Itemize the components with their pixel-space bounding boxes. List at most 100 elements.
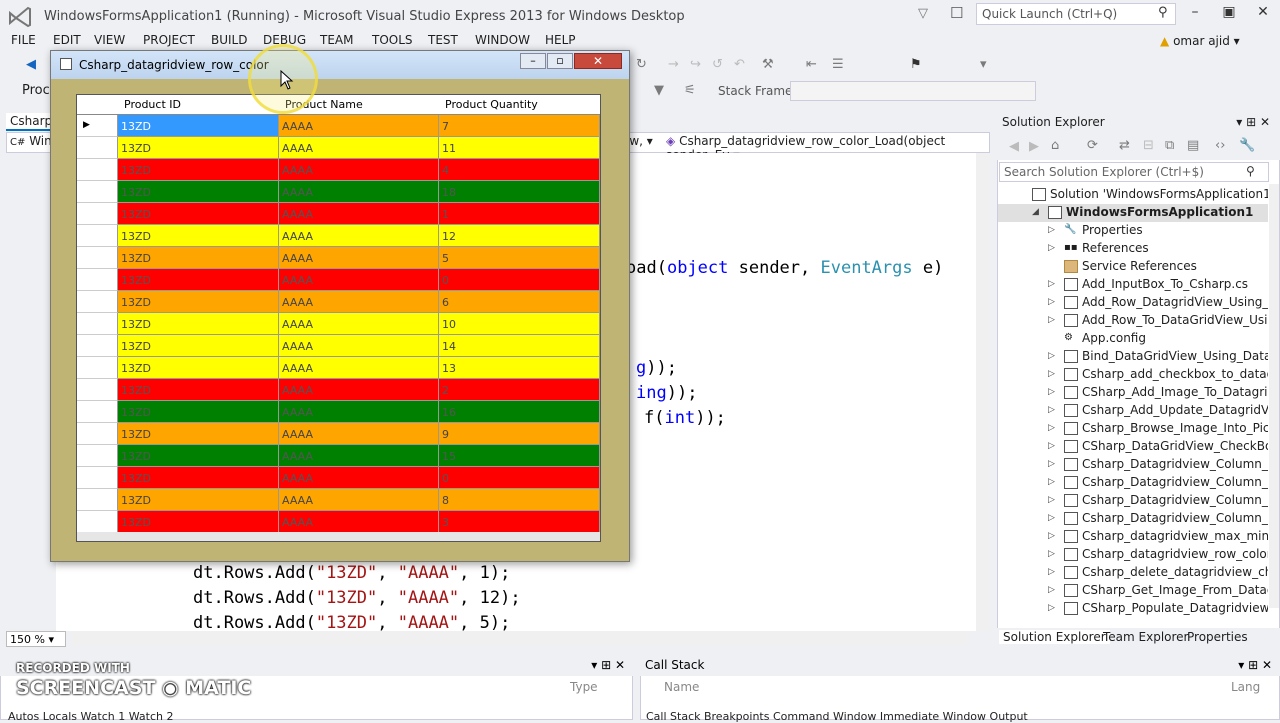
refresh-icon[interactable]: ⇄	[1119, 138, 1130, 153]
row-header[interactable]	[77, 313, 118, 335]
grid-cell-qty[interactable]: 9	[439, 423, 600, 445]
grid-cell-qty[interactable]: 6	[439, 291, 600, 313]
solution-tree-item[interactable]: ▷ Csharp_Add_Update_DatagridView_I	[998, 402, 1268, 420]
grid-row[interactable]: 13ZD AAAA 8	[77, 489, 600, 511]
grid-row[interactable]: 13ZD AAAA 10	[77, 313, 600, 335]
grid-cell-id[interactable]: 13ZD	[118, 115, 279, 137]
solution-explorer-search-input[interactable]: Search Solution Explorer (Ctrl+$)	[999, 162, 1269, 182]
member-dropdown[interactable]: ◈ Csharp_datagridview_row_color_Load(obj…	[666, 134, 988, 162]
solution-tree-item[interactable]: ▷ CSharp_DataGridView_CheckBoxCell	[998, 438, 1268, 456]
grid-cell-id[interactable]: 13ZD	[118, 467, 279, 489]
grid-row[interactable]: 13ZD AAAA 0	[77, 467, 600, 489]
expand-icon[interactable]: ▷	[1048, 477, 1055, 487]
expand-icon[interactable]: ▷	[1048, 495, 1055, 505]
row-header[interactable]	[77, 357, 118, 379]
grid-cell-id[interactable]: 13ZD	[118, 489, 279, 511]
solution-tree-item[interactable]: ▷ Csharp_add_checkbox_to_datagridv	[998, 366, 1268, 384]
grid-cell-qty[interactable]: 0	[439, 467, 600, 489]
show-all-files-icon[interactable]: ⧉	[1165, 138, 1174, 153]
grid-cell-name[interactable]: AAAA	[279, 401, 439, 423]
close-button[interactable]: ✕	[1248, 4, 1278, 20]
notification-filter-icon[interactable]: ▽	[918, 6, 928, 21]
sync-icon[interactable]: ⟳	[1087, 138, 1098, 153]
solution-tree-item[interactable]: ▷ Csharp_Datagridview_Column_Cells	[998, 474, 1268, 492]
menu-view[interactable]: VIEW	[94, 33, 125, 47]
form-maximize-button[interactable]: ▫	[547, 53, 573, 69]
step-over-icon[interactable]: →	[668, 57, 679, 72]
grid-cell-name[interactable]: AAAA	[279, 291, 439, 313]
grid-cell-id[interactable]: 13ZD	[118, 357, 279, 379]
row-header[interactable]	[77, 291, 118, 313]
grid-cell-qty[interactable]: 10	[439, 313, 600, 335]
format-icon[interactable]: ☰	[832, 57, 844, 72]
expand-icon[interactable]: ▷	[1048, 351, 1055, 361]
grid-row[interactable]: 13ZD AAAA 6	[77, 291, 600, 313]
expand-icon[interactable]: ▷	[1048, 513, 1055, 523]
row-header[interactable]	[77, 511, 118, 533]
grid-cell-id[interactable]: 13ZD	[118, 313, 279, 335]
editor-horizontal-scrollbar[interactable]	[72, 631, 968, 645]
row-header[interactable]	[77, 137, 118, 159]
user-account[interactable]: ▲ omar ajid ▾	[1160, 34, 1240, 48]
filter-icon[interactable]: ▼	[654, 83, 664, 98]
collapse-all-icon[interactable]: ⊟	[1143, 138, 1154, 153]
zoom-level-dropdown[interactable]: 150 % ▾	[6, 631, 66, 647]
expand-icon[interactable]: ▷	[1048, 369, 1055, 379]
menu-tools[interactable]: TOOLS	[372, 33, 413, 47]
hex-display-icon[interactable]: ⚒	[762, 57, 774, 72]
solution-tree-item[interactable]: ▷ Add_InputBox_To_Csharp.cs	[998, 276, 1268, 294]
solution-tree-item[interactable]: ◢ WindowsFormsApplication1	[998, 204, 1268, 222]
search-icon[interactable]: ⚲	[1246, 164, 1255, 178]
grid-cell-name[interactable]: AAAA	[279, 115, 439, 137]
grid-cell-qty[interactable]: 0	[439, 269, 600, 291]
grid-cell-qty[interactable]: 12	[439, 225, 600, 247]
row-header[interactable]	[77, 247, 118, 269]
grid-cell-name[interactable]: AAAA	[279, 181, 439, 203]
grid-cell-id[interactable]: 13ZD	[118, 159, 279, 181]
row-header[interactable]	[77, 467, 118, 489]
grid-cell-id[interactable]: 13ZD	[118, 401, 279, 423]
expand-icon[interactable]: ▷	[1048, 531, 1055, 541]
row-header[interactable]	[77, 401, 118, 423]
grid-row[interactable]: 13ZD AAAA 13	[77, 357, 600, 379]
grid-row[interactable]: 13ZD AAAA 3	[77, 511, 600, 533]
editor-vertical-scrollbar[interactable]	[976, 153, 990, 631]
grid-row[interactable]: 13ZD AAAA 1	[77, 203, 600, 225]
solution-tree-item[interactable]: ⚙ App.config	[998, 330, 1268, 348]
solution-tree-item[interactable]: ▷ Csharp_datagridview_max_min_aver	[998, 528, 1268, 546]
grid-cell-qty[interactable]: 14	[439, 335, 600, 357]
expand-icon[interactable]: ▷	[1048, 549, 1055, 559]
grid-cell-qty[interactable]: 7	[439, 115, 600, 137]
menu-edit[interactable]: EDIT	[53, 33, 81, 47]
back-icon[interactable]: ◀	[1009, 139, 1019, 154]
grid-cell-name[interactable]: AAAA	[279, 445, 439, 467]
grid-cell-name[interactable]: AAAA	[279, 313, 439, 335]
grid-cell-qty[interactable]: 15	[439, 445, 600, 467]
panel-controls-icon[interactable]: ▾ ⊞ ✕	[1236, 115, 1270, 129]
menu-help[interactable]: HELP	[545, 33, 576, 47]
expand-icon[interactable]: ◢	[1032, 207, 1039, 217]
grid-cell-name[interactable]: AAAA	[279, 269, 439, 291]
tab-solution-explorer[interactable]: Solution Explorer	[999, 630, 1110, 644]
row-header[interactable]	[77, 489, 118, 511]
grid-row[interactable]: ▶ 13ZD AAAA 7	[77, 115, 600, 137]
tab-properties[interactable]: Properties	[1183, 630, 1252, 644]
expand-icon[interactable]: ▷	[1048, 441, 1055, 451]
solution-tree-item[interactable]: ▷ CSharp_Populate_Datagridview_With	[998, 600, 1268, 618]
grid-cell-id[interactable]: 13ZD	[118, 203, 279, 225]
solution-tree-item[interactable]: ▷ Csharp_Datagridview_Column_Cells	[998, 510, 1268, 528]
grid-cell-name[interactable]: AAAA	[279, 467, 439, 489]
grid-cell-qty[interactable]: 11	[439, 137, 600, 159]
menu-build[interactable]: BUILD	[211, 33, 247, 47]
row-header[interactable]	[77, 335, 118, 357]
grid-cell-name[interactable]: AAAA	[279, 379, 439, 401]
search-icon[interactable]: ⚲	[1158, 5, 1168, 20]
home-icon[interactable]: ⌂	[1051, 138, 1059, 153]
row-header[interactable]	[77, 181, 118, 203]
expand-icon[interactable]: ▷	[1048, 243, 1055, 253]
grid-row[interactable]: 13ZD AAAA 12	[77, 225, 600, 247]
grid-cell-name[interactable]: AAAA	[279, 247, 439, 269]
step-back-icon[interactable]: ↶	[734, 57, 745, 72]
grid-row[interactable]: 13ZD AAAA 18	[77, 181, 600, 203]
expand-icon[interactable]: ▷	[1048, 603, 1055, 613]
